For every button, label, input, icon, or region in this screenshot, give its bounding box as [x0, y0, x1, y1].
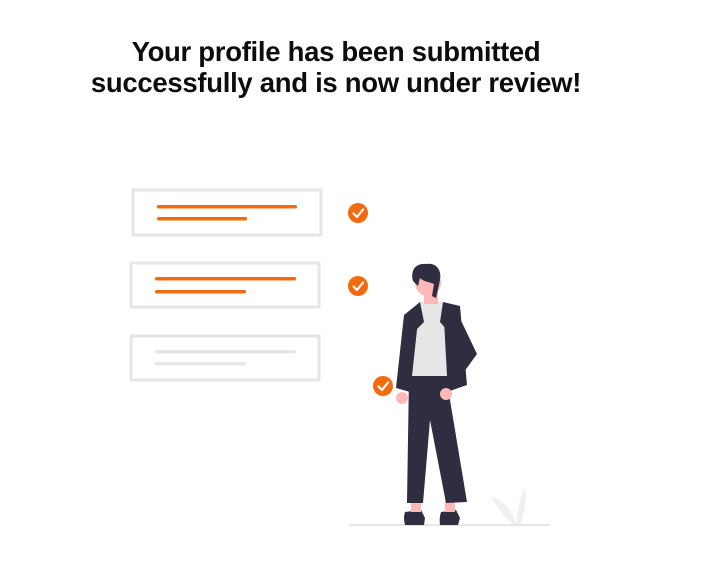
checklist-card-1 [131, 188, 323, 237]
person-figure [396, 263, 477, 525]
checklist-item-3 [129, 334, 321, 382]
plant-leaves [490, 488, 526, 524]
checklist-line-short-2 [155, 290, 246, 294]
checklist-line-short-3 [155, 362, 246, 366]
right-hand [440, 388, 452, 400]
checklist-item-2 [129, 261, 368, 309]
checkmark-icon [348, 276, 368, 296]
shoe-right [439, 510, 460, 525]
checklist-card-2 [129, 261, 321, 309]
left-hand [396, 392, 408, 404]
checklist-line-long-2 [155, 277, 296, 281]
checklist-card-3 [129, 334, 321, 382]
checkmark-icon [373, 376, 393, 396]
trousers [407, 376, 467, 503]
checklist-line-long-3 [155, 350, 296, 354]
checklist-item-1 [131, 188, 368, 237]
review-illustration [129, 188, 550, 526]
checklist-line-short-1 [157, 217, 247, 221]
checklist-line-long-1 [157, 205, 297, 209]
checkmark-icon [348, 203, 368, 223]
shoe-left [404, 510, 425, 525]
